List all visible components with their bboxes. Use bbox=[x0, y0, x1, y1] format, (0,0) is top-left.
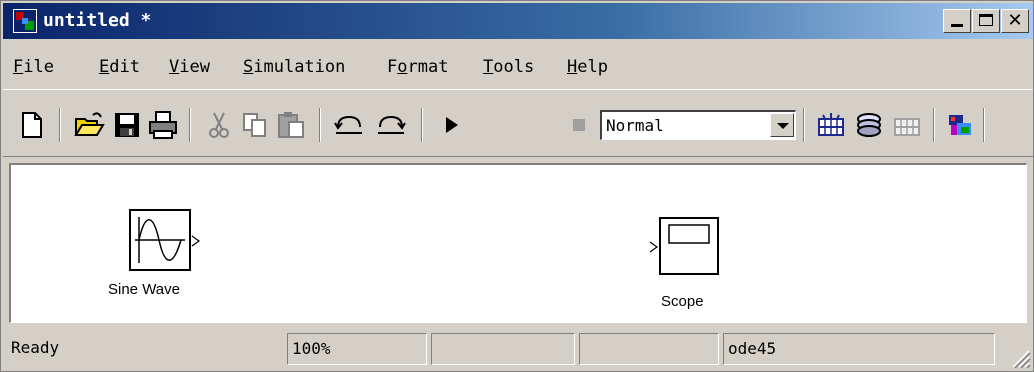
toolbar-separator bbox=[983, 108, 985, 142]
menu-tools[interactable]: Tools bbox=[483, 56, 534, 78]
undo-icon[interactable] bbox=[333, 109, 365, 141]
copy-icon[interactable] bbox=[239, 109, 271, 141]
toolbar-separator bbox=[421, 108, 423, 142]
toolbar-separator bbox=[803, 108, 805, 142]
simulation-mode-value: Normal bbox=[606, 116, 664, 135]
model-canvas[interactable]: Sine Wave Scope bbox=[9, 163, 1027, 323]
close-button[interactable]: ✕ bbox=[1001, 9, 1029, 33]
scope-label[interactable]: Scope bbox=[661, 293, 704, 311]
paste-icon[interactable] bbox=[275, 109, 307, 141]
print-icon[interactable] bbox=[147, 109, 179, 141]
chevron-down-icon[interactable] bbox=[770, 113, 794, 137]
title-bar[interactable]: untitled * ✕ bbox=[3, 3, 1033, 39]
close-icon: ✕ bbox=[1007, 10, 1023, 31]
window-title: untitled * bbox=[43, 10, 152, 31]
maximize-icon bbox=[979, 14, 993, 26]
toolbar: Normal bbox=[3, 89, 1033, 157]
sine-wave-block[interactable] bbox=[129, 209, 191, 271]
scope-block[interactable] bbox=[659, 217, 719, 275]
minimize-button[interactable] bbox=[943, 9, 971, 33]
status-bar: Ready 100% ode45 bbox=[3, 328, 1033, 371]
menu-file[interactable]: File bbox=[13, 56, 54, 78]
toolbar-separator bbox=[59, 108, 61, 142]
build-icon[interactable] bbox=[853, 109, 885, 141]
menu-view[interactable]: View bbox=[169, 56, 210, 78]
toolbar-separator bbox=[933, 108, 935, 142]
status-pane-4 bbox=[579, 333, 719, 365]
update-diagram-icon[interactable] bbox=[891, 109, 923, 141]
model-explorer-icon[interactable] bbox=[945, 109, 977, 141]
sine-output-port[interactable] bbox=[191, 235, 201, 247]
menu-format[interactable]: Format bbox=[387, 56, 448, 78]
save-icon[interactable] bbox=[111, 109, 143, 141]
library-browser-icon[interactable] bbox=[815, 109, 847, 141]
start-simulation-icon[interactable] bbox=[435, 109, 467, 141]
menu-simulation[interactable]: Simulation bbox=[243, 56, 345, 78]
sine-wave-label[interactable]: Sine Wave bbox=[108, 281, 180, 299]
status-pane-3 bbox=[431, 333, 575, 365]
cut-icon[interactable] bbox=[203, 109, 235, 141]
toolbar-separator bbox=[189, 108, 191, 142]
status-state: Ready bbox=[11, 338, 60, 357]
scope-input-port[interactable] bbox=[649, 241, 659, 253]
redo-icon[interactable] bbox=[375, 109, 407, 141]
resize-grip-icon[interactable] bbox=[1007, 345, 1031, 369]
sine-wave-icon bbox=[135, 217, 185, 263]
open-icon[interactable] bbox=[73, 109, 105, 141]
menu-edit[interactable]: Edit bbox=[99, 56, 140, 78]
scope-screen-icon bbox=[668, 224, 710, 244]
minimize-icon bbox=[951, 24, 963, 27]
toolbar-separator bbox=[319, 108, 321, 142]
menu-bar: File Edit View Simulation Format Tools H… bbox=[3, 45, 1033, 85]
status-solver: ode45 bbox=[723, 333, 995, 365]
menu-help[interactable]: Help bbox=[567, 56, 608, 78]
stop-simulation-icon[interactable] bbox=[563, 109, 595, 141]
status-zoom: 100% bbox=[287, 333, 427, 365]
simulation-mode-select[interactable]: Normal bbox=[600, 110, 796, 140]
maximize-button[interactable] bbox=[972, 9, 1000, 33]
new-model-icon[interactable] bbox=[15, 109, 47, 141]
simulink-model-icon[interactable] bbox=[13, 9, 37, 33]
model-window: untitled * ✕ File Edit View Simulation F… bbox=[0, 0, 1034, 372]
